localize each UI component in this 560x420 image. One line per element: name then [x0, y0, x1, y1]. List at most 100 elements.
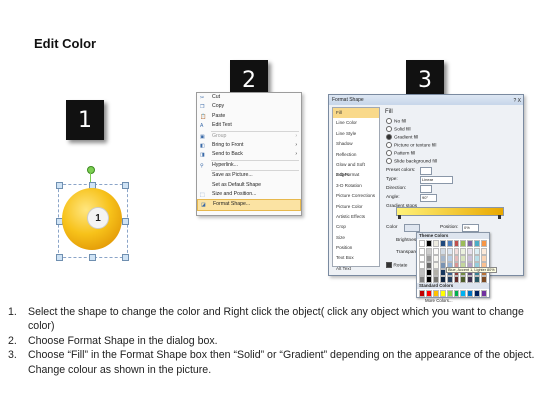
- color-swatch[interactable]: [446, 240, 453, 247]
- menu-item-2[interactable]: 📋 Paste: [197, 112, 301, 121]
- category-item[interactable]: Fill: [333, 108, 379, 119]
- color-swatch[interactable]: [439, 248, 446, 255]
- color-swatch[interactable]: [419, 248, 425, 255]
- menu-item-4[interactable]: ▣ Group ›: [197, 132, 301, 141]
- menu-item-5[interactable]: ◧ Bring to Front ›: [197, 141, 301, 150]
- color-swatch[interactable]: [481, 248, 488, 255]
- color-swatch[interactable]: [467, 248, 474, 255]
- color-swatch[interactable]: [460, 248, 467, 255]
- color-swatch[interactable]: [453, 255, 460, 262]
- resize-handle-e[interactable]: [122, 218, 129, 225]
- fill-option[interactable]: Pattern fill: [382, 150, 520, 158]
- color-swatch[interactable]: [460, 290, 467, 297]
- menu-item-7[interactable]: ⚲ Hyperlink...: [197, 161, 301, 170]
- gradient-stops-bar[interactable]: [396, 207, 504, 216]
- resize-handle-s[interactable]: [89, 254, 96, 261]
- color-swatch[interactable]: [425, 262, 432, 269]
- radio-button[interactable]: [386, 126, 392, 132]
- radio-button[interactable]: [386, 134, 392, 140]
- color-swatch[interactable]: [467, 240, 474, 247]
- category-item[interactable]: 3-D Rotation: [333, 181, 379, 191]
- category-item[interactable]: Line Style: [333, 129, 379, 139]
- color-swatch[interactable]: [419, 255, 425, 262]
- gradient-stop-handle[interactable]: [498, 215, 501, 219]
- category-item[interactable]: Picture Color: [333, 202, 379, 212]
- color-swatch[interactable]: [432, 262, 439, 269]
- resize-handle-sw[interactable]: [56, 254, 63, 261]
- color-swatch[interactable]: [467, 290, 474, 297]
- color-swatch[interactable]: [453, 276, 460, 283]
- color-swatch[interactable]: [446, 290, 453, 297]
- menu-item-0[interactable]: ✂ Cut: [197, 93, 301, 102]
- preset-colors-button[interactable]: [420, 167, 432, 175]
- color-swatch[interactable]: [460, 240, 467, 247]
- color-swatch[interactable]: [419, 240, 425, 247]
- category-item[interactable]: Glow and Soft Edges: [333, 160, 379, 177]
- color-swatch[interactable]: [439, 255, 446, 262]
- color-picker-button[interactable]: [404, 224, 420, 232]
- color-swatch[interactable]: [446, 276, 453, 283]
- category-item[interactable]: Line Color: [333, 118, 379, 128]
- color-swatch[interactable]: [474, 240, 481, 247]
- color-swatch[interactable]: [474, 290, 481, 297]
- selected-shape[interactable]: 1: [52, 166, 132, 262]
- color-swatch[interactable]: [453, 248, 460, 255]
- color-swatch[interactable]: [439, 276, 446, 283]
- color-swatch[interactable]: [453, 290, 460, 297]
- menu-item-6[interactable]: ◨ Send to Back ›: [197, 150, 301, 159]
- direction-button[interactable]: [420, 185, 432, 193]
- yellow-ball-shape[interactable]: 1: [62, 188, 122, 250]
- resize-handle-se[interactable]: [122, 254, 129, 261]
- category-item[interactable]: Text Box: [333, 253, 379, 263]
- color-swatch[interactable]: [446, 248, 453, 255]
- resize-handle-ne[interactable]: [122, 182, 129, 189]
- color-swatch[interactable]: [467, 255, 474, 262]
- menu-item-10[interactable]: ⬚ Size and Position...: [197, 190, 301, 199]
- type-select[interactable]: Linear: [420, 176, 453, 184]
- category-item[interactable]: Alt Text: [333, 264, 379, 274]
- color-swatch[interactable]: [425, 290, 432, 297]
- rotation-handle[interactable]: [87, 166, 95, 174]
- color-swatch[interactable]: [439, 262, 446, 269]
- color-swatch[interactable]: [425, 255, 432, 262]
- dialog-title-bar[interactable]: Format Shape ? X: [329, 95, 523, 105]
- fill-option[interactable]: Picture or texture fill: [382, 142, 520, 150]
- rotate-checkbox-row[interactable]: Rotate: [386, 262, 407, 268]
- color-swatch[interactable]: [481, 276, 488, 283]
- fill-option[interactable]: No fill: [382, 118, 520, 126]
- menu-item-3[interactable]: A Edit Text: [197, 121, 301, 130]
- dialog-title-buttons[interactable]: ? X: [513, 96, 521, 106]
- category-item[interactable]: Position: [333, 243, 379, 253]
- menu-item-11[interactable]: ◪ Format Shape...: [197, 199, 301, 211]
- color-swatch[interactable]: [453, 240, 460, 247]
- resize-handle-nw[interactable]: [56, 182, 63, 189]
- color-swatch[interactable]: [446, 255, 453, 262]
- color-swatch[interactable]: [439, 269, 446, 276]
- color-swatch[interactable]: [425, 269, 432, 276]
- color-swatch[interactable]: [432, 269, 439, 276]
- fill-option[interactable]: Solid fill: [382, 126, 520, 134]
- color-swatch[interactable]: [467, 276, 474, 283]
- color-swatch[interactable]: [419, 269, 425, 276]
- color-swatch[interactable]: [474, 255, 481, 262]
- color-swatch[interactable]: [439, 290, 446, 297]
- fill-option[interactable]: Gradient fill: [382, 134, 520, 142]
- rotate-checkbox[interactable]: [386, 262, 392, 268]
- color-swatch[interactable]: [425, 240, 432, 247]
- color-swatch[interactable]: [481, 240, 488, 247]
- color-swatch[interactable]: [425, 248, 432, 255]
- category-item[interactable]: Picture Corrections: [333, 191, 379, 201]
- menu-item-1[interactable]: ❐ Copy: [197, 102, 301, 111]
- category-item[interactable]: Reflection: [333, 150, 379, 160]
- color-swatch[interactable]: [432, 255, 439, 262]
- color-swatch[interactable]: [474, 248, 481, 255]
- category-item[interactable]: 3-D Format: [333, 170, 379, 180]
- color-swatch[interactable]: [460, 276, 467, 283]
- category-item[interactable]: Shadow: [333, 139, 379, 149]
- color-swatch[interactable]: [432, 276, 439, 283]
- menu-item-9[interactable]: Set as Default Shape: [197, 181, 301, 190]
- color-swatch[interactable]: [474, 276, 481, 283]
- category-item[interactable]: Crop: [333, 222, 379, 232]
- color-swatch[interactable]: [425, 276, 432, 283]
- color-swatch[interactable]: [481, 290, 488, 297]
